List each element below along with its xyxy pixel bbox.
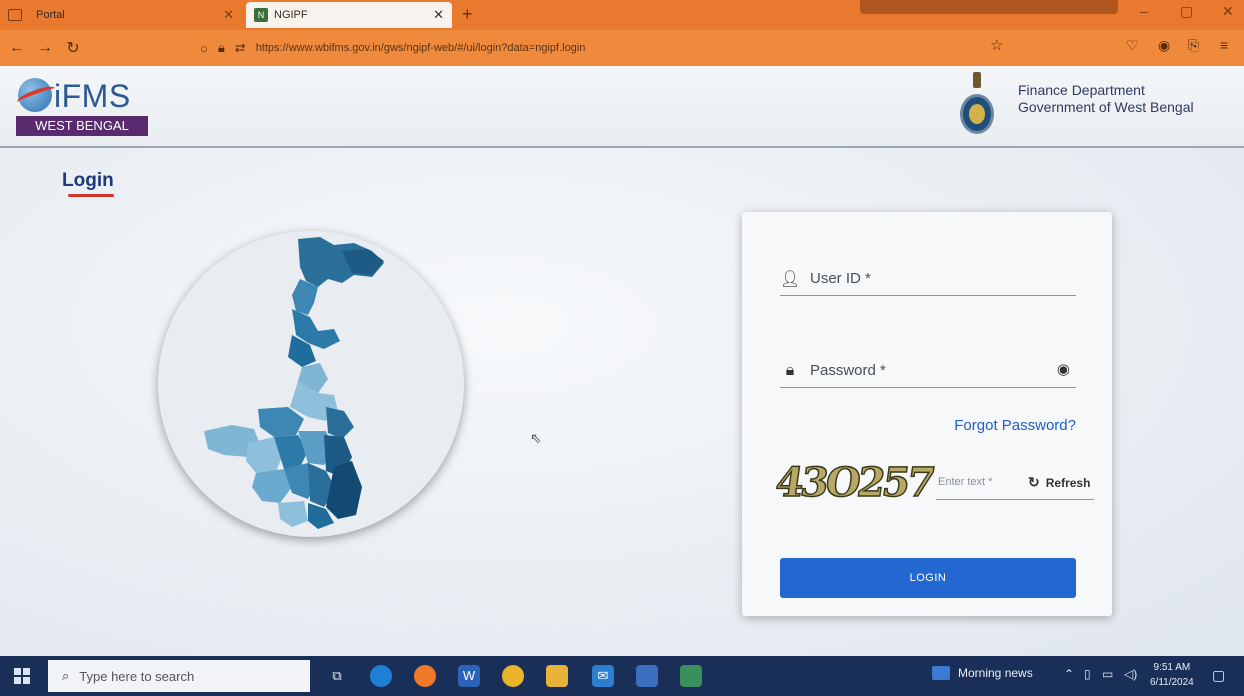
close-icon[interactable]: ✕ (223, 7, 234, 23)
user-id-label: User ID * (810, 270, 871, 287)
page-title: Login (62, 170, 114, 191)
window-close-icon[interactable]: ✕ (1222, 3, 1234, 20)
captcha-input[interactable]: Enter text * ↻ Refresh (936, 468, 1094, 500)
url-bar[interactable]: ○ 🔒︎ ⇄ https://www.wbifms.gov.in/gws/ngi… (200, 35, 1020, 61)
west-bengal-map (158, 231, 464, 537)
chrome-icon[interactable] (502, 665, 524, 687)
edge-icon[interactable] (370, 665, 392, 687)
search-icon: ⌕ (62, 668, 70, 683)
taskbar-search[interactable]: ⌕ Type here to search (48, 660, 310, 692)
volume-icon[interactable]: ◁) (1124, 667, 1137, 681)
word-icon[interactable]: W (458, 665, 480, 687)
ifms-logo[interactable]: iFMS WEST BENGAL (15, 76, 148, 142)
lock-icon: 🔒︎ (785, 361, 795, 379)
title-underline (68, 194, 114, 197)
maximize-icon[interactable]: ▢ (1180, 3, 1193, 20)
dept-line-2: Government of West Bengal (1018, 99, 1194, 115)
file-explorer-icon[interactable] (546, 665, 568, 687)
mail-icon[interactable]: ✉ (592, 665, 614, 687)
extensions-icon[interactable]: ⎘ (1188, 37, 1199, 54)
password-label: Password * (810, 362, 886, 379)
refresh-label: Refresh (1045, 475, 1091, 490)
main-content: Login ⇖ 👤︎ User ID * 🔒︎ Password * ◉ For… (0, 148, 1244, 656)
refresh-icon: ↻ (1028, 474, 1040, 490)
notification-icon[interactable]: ▢ (1212, 667, 1225, 684)
user-icon: 👤︎ (780, 270, 801, 288)
menu-icon[interactable]: ≡ (1220, 37, 1228, 53)
shield-icon: ○ (200, 40, 208, 56)
tab-label: Portal (36, 9, 65, 21)
forward-arrow-icon[interactable]: → (34, 39, 56, 57)
password-field[interactable]: 🔒︎ Password * ◉ (780, 354, 1076, 388)
browser-navbar: ← → ↻ ○ 🔒︎ ⇄ https://www.wbifms.gov.in/g… (0, 30, 1244, 66)
logo-text: iFMS (54, 78, 131, 114)
tabstrip-overlay (860, 0, 1118, 14)
browser-tab-bar: Portal ✕ N NGIPF ✕ + – ▢ ✕ (0, 0, 1244, 30)
close-icon[interactable]: ✕ (433, 7, 444, 23)
eye-off-icon[interactable]: ◉ (1057, 360, 1070, 378)
portal-tab-icon (8, 9, 22, 21)
user-id-field[interactable]: 👤︎ User ID * (780, 262, 1076, 296)
ngipf-tab-icon: N (254, 8, 268, 22)
pocket-icon[interactable]: ♡ (1126, 37, 1139, 54)
tab-ngipf[interactable]: N NGIPF ✕ (246, 2, 452, 28)
clock-time: 9:51 AM (1153, 662, 1191, 673)
dept-line-1: Finance Department (1018, 82, 1145, 98)
chevron-up-icon[interactable]: ⌃ (1064, 667, 1074, 681)
department-name: Finance Department Government of West Be… (1018, 82, 1194, 116)
bookmark-star-icon[interactable]: ☆ (990, 36, 1003, 54)
windows-start-icon[interactable] (14, 668, 30, 684)
reload-icon[interactable]: ↻ (62, 38, 84, 58)
district-map-graphic (204, 237, 384, 529)
mouse-cursor-icon: ⇖ (530, 430, 542, 446)
state-emblem-icon (958, 72, 996, 142)
system-clock[interactable]: 9:51 AM 6/11/2024 (1150, 660, 1194, 690)
new-tab-button[interactable]: + (462, 4, 473, 25)
tab-label: NGIPF (274, 9, 308, 21)
url-text: https://www.wbifms.gov.in/gws/ngipf-web/… (255, 42, 586, 54)
login-button[interactable]: LOGIN (780, 558, 1076, 598)
permissions-icon: ⇄ (234, 40, 246, 55)
site-header: iFMS WEST BENGAL Finance Department Gove… (0, 66, 1244, 148)
captcha-image: 43O257 (772, 458, 936, 507)
task-view-icon[interactable]: ⧉ (326, 665, 348, 687)
refresh-captcha-button[interactable]: ↻ Refresh (1028, 474, 1090, 491)
lock-icon: 🔒︎ (217, 40, 225, 55)
photos-icon[interactable] (680, 665, 702, 687)
news-label: Morning news (958, 666, 1033, 680)
search-placeholder: Type here to search (79, 668, 195, 684)
logo-subtitle: WEST BENGAL (16, 116, 148, 136)
news-widget[interactable]: Morning news (932, 666, 1033, 680)
account-icon[interactable]: ◉ (1158, 37, 1170, 54)
captcha-placeholder: Enter text * (938, 476, 993, 488)
clock-date: 6/11/2024 (1150, 677, 1194, 688)
store-icon[interactable] (636, 665, 658, 687)
forgot-password-link[interactable]: Forgot Password? (954, 417, 1076, 434)
back-arrow-icon[interactable]: ← (6, 39, 28, 57)
firefox-icon[interactable] (414, 665, 436, 687)
minimize-icon[interactable]: – (1140, 3, 1148, 19)
network-icon[interactable]: ▭ (1102, 667, 1113, 681)
tab-portal[interactable]: Portal ✕ (0, 2, 238, 28)
login-card: 👤︎ User ID * 🔒︎ Password * ◉ Forgot Pass… (742, 212, 1112, 616)
news-icon (932, 666, 950, 680)
windows-taskbar: ⌕ Type here to search ⧉ W ✉ Morning news… (0, 656, 1244, 696)
battery-icon[interactable]: ▯ (1084, 667, 1091, 681)
